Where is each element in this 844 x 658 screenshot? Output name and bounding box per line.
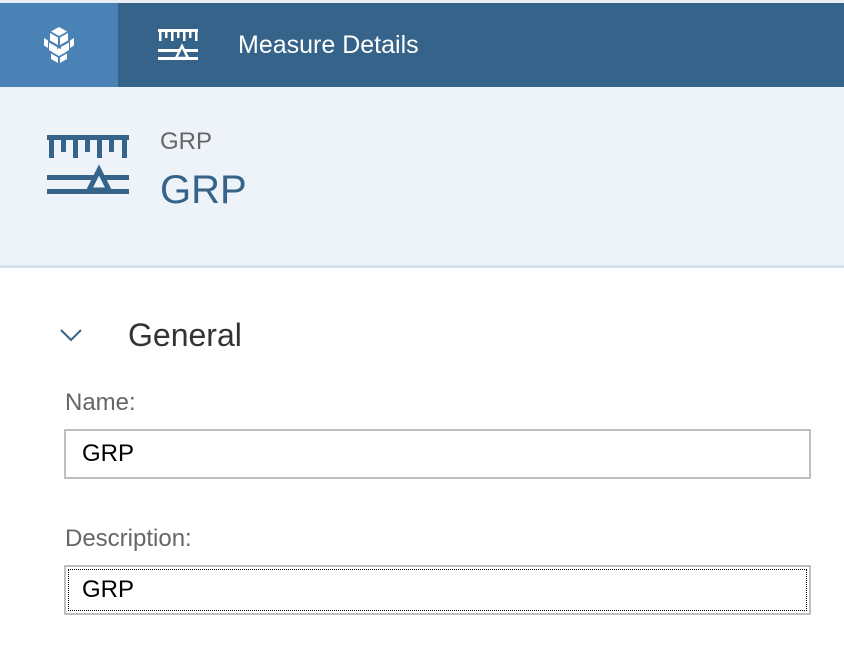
description-input[interactable] <box>64 565 811 615</box>
chevron-down-icon[interactable] <box>58 322 88 348</box>
header-subtitle: GRP <box>160 128 213 155</box>
home-button[interactable] <box>0 3 118 87</box>
shell-bar: Measure Details <box>0 0 844 87</box>
description-label: Description: <box>65 525 192 552</box>
shell-title: Measure Details <box>238 31 419 59</box>
section-title: General <box>128 317 242 353</box>
header-title: GRP <box>160 168 247 212</box>
product-cube-icon <box>44 27 74 63</box>
object-header: GRP GRP <box>0 87 844 268</box>
name-label: Name: <box>65 389 136 416</box>
name-input[interactable] <box>64 429 811 479</box>
measure-ruler-icon <box>47 135 129 194</box>
measure-ruler-icon <box>158 29 198 60</box>
